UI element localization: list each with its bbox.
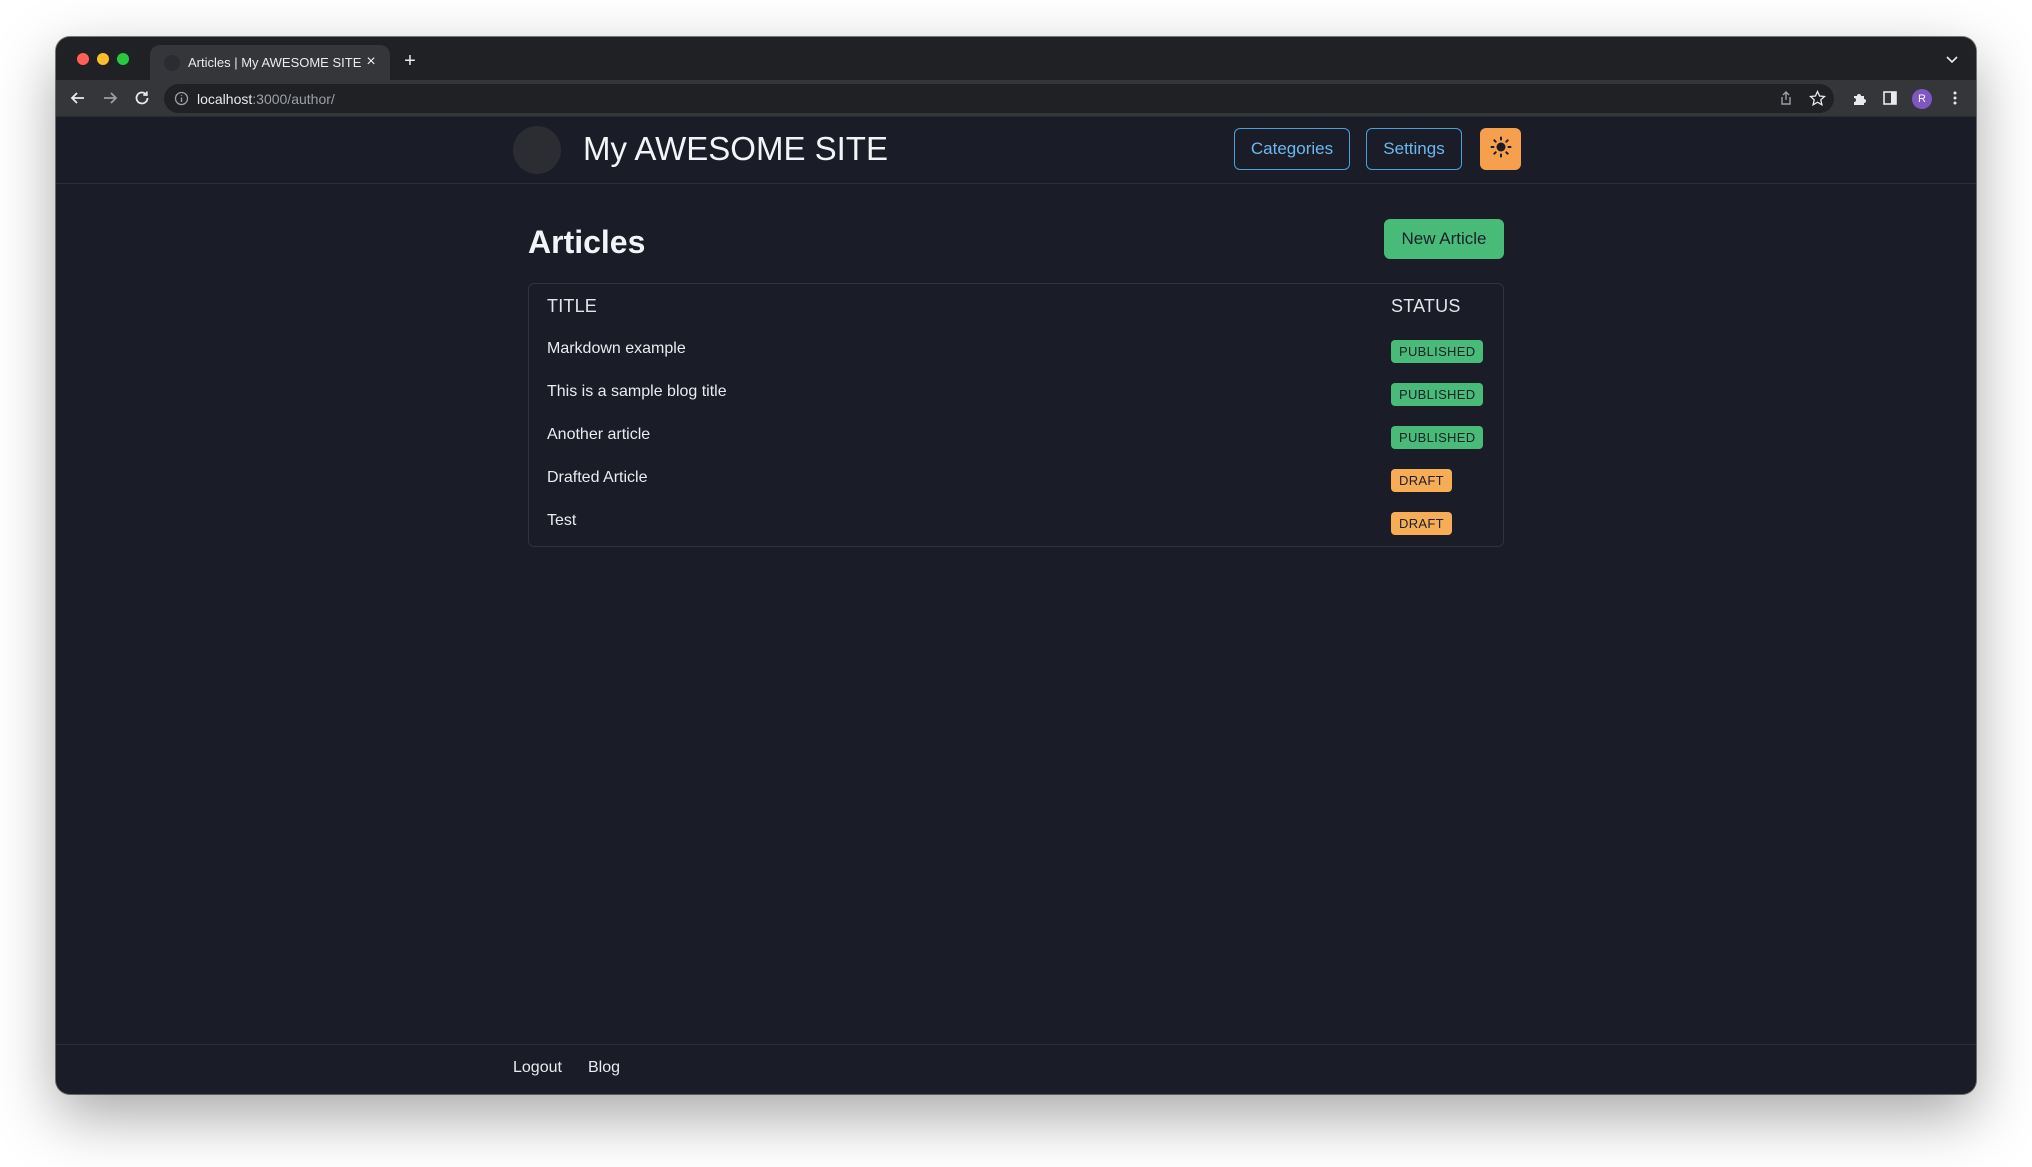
minimize-window-button[interactable] [97, 53, 109, 65]
tab-strip: Articles | My AWESOME SITE × + [56, 37, 1976, 80]
share-icon[interactable] [1776, 88, 1796, 108]
status-badge: PUBLISHED [1391, 340, 1484, 363]
table-row[interactable]: Drafted Article DRAFT [529, 458, 1503, 501]
article-title[interactable]: Drafted Article [547, 469, 647, 487]
favicon-icon [164, 55, 180, 71]
status-badge: PUBLISHED [1391, 426, 1484, 449]
address-bar[interactable]: localhost:3000/author/ [164, 84, 1834, 113]
column-header-title: TITLE [547, 296, 598, 316]
status-badge: PUBLISHED [1391, 383, 1484, 406]
back-icon[interactable] [68, 88, 88, 108]
bookmark-star-icon[interactable] [1807, 88, 1827, 108]
browser-window: Articles | My AWESOME SITE × + localhost… [56, 37, 1976, 1094]
theme-toggle-button[interactable] [1480, 128, 1521, 170]
reload-icon[interactable] [132, 88, 152, 108]
column-header-status: STATUS [1391, 296, 1461, 316]
logout-link[interactable]: Logout [513, 1059, 562, 1077]
tab-search-icon[interactable] [1944, 51, 1960, 67]
article-title[interactable]: Another article [547, 426, 650, 444]
article-title[interactable]: Test [547, 512, 576, 530]
articles-table: TITLE STATUS Markdown example PUBLISHED … [528, 283, 1504, 547]
tab-title: Articles | My AWESOME SITE [188, 55, 362, 70]
url-host: localhost [197, 91, 253, 107]
new-tab-button[interactable]: + [400, 51, 420, 71]
page-viewport: My AWESOME SITE Categories Settings Arti… [56, 117, 1976, 1094]
sun-icon [1490, 136, 1512, 163]
settings-button[interactable]: Settings [1366, 128, 1462, 170]
new-article-button[interactable]: New Article [1384, 219, 1504, 259]
browser-toolbar: localhost:3000/author/ R [56, 80, 1976, 117]
forward-icon[interactable] [100, 88, 120, 108]
tab-close-icon[interactable]: × [362, 53, 380, 71]
table-row[interactable]: Markdown example PUBLISHED [529, 329, 1503, 372]
url-text: localhost:3000/author/ [197, 91, 335, 107]
site-header: My AWESOME SITE Categories Settings [56, 117, 1976, 184]
side-panel-icon[interactable] [1880, 88, 1900, 108]
profile-avatar[interactable]: R [1912, 89, 1932, 109]
blog-link[interactable]: Blog [588, 1059, 620, 1077]
extensions-icon[interactable] [1849, 88, 1869, 108]
page-title: Articles [528, 224, 646, 260]
status-badge: DRAFT [1391, 469, 1452, 492]
table-row[interactable]: This is a sample blog title PUBLISHED [529, 372, 1503, 415]
article-title[interactable]: This is a sample blog title [547, 383, 727, 401]
site-info-icon[interactable] [174, 91, 189, 106]
table-row[interactable]: Test DRAFT [529, 501, 1503, 544]
tab-articles[interactable]: Articles | My AWESOME SITE × [150, 45, 390, 80]
site-logo[interactable] [513, 126, 561, 174]
url-path: :3000/author/ [252, 91, 335, 107]
status-badge: DRAFT [1391, 512, 1452, 535]
categories-button[interactable]: Categories [1234, 128, 1350, 170]
maximize-window-button[interactable] [117, 53, 129, 65]
article-title[interactable]: Markdown example [547, 340, 686, 358]
site-title[interactable]: My AWESOME SITE [583, 130, 888, 168]
close-window-button[interactable] [77, 53, 89, 65]
site-footer: Logout Blog [56, 1044, 1976, 1094]
table-row[interactable]: Another article PUBLISHED [529, 415, 1503, 458]
menu-kebab-icon[interactable] [1945, 88, 1965, 108]
